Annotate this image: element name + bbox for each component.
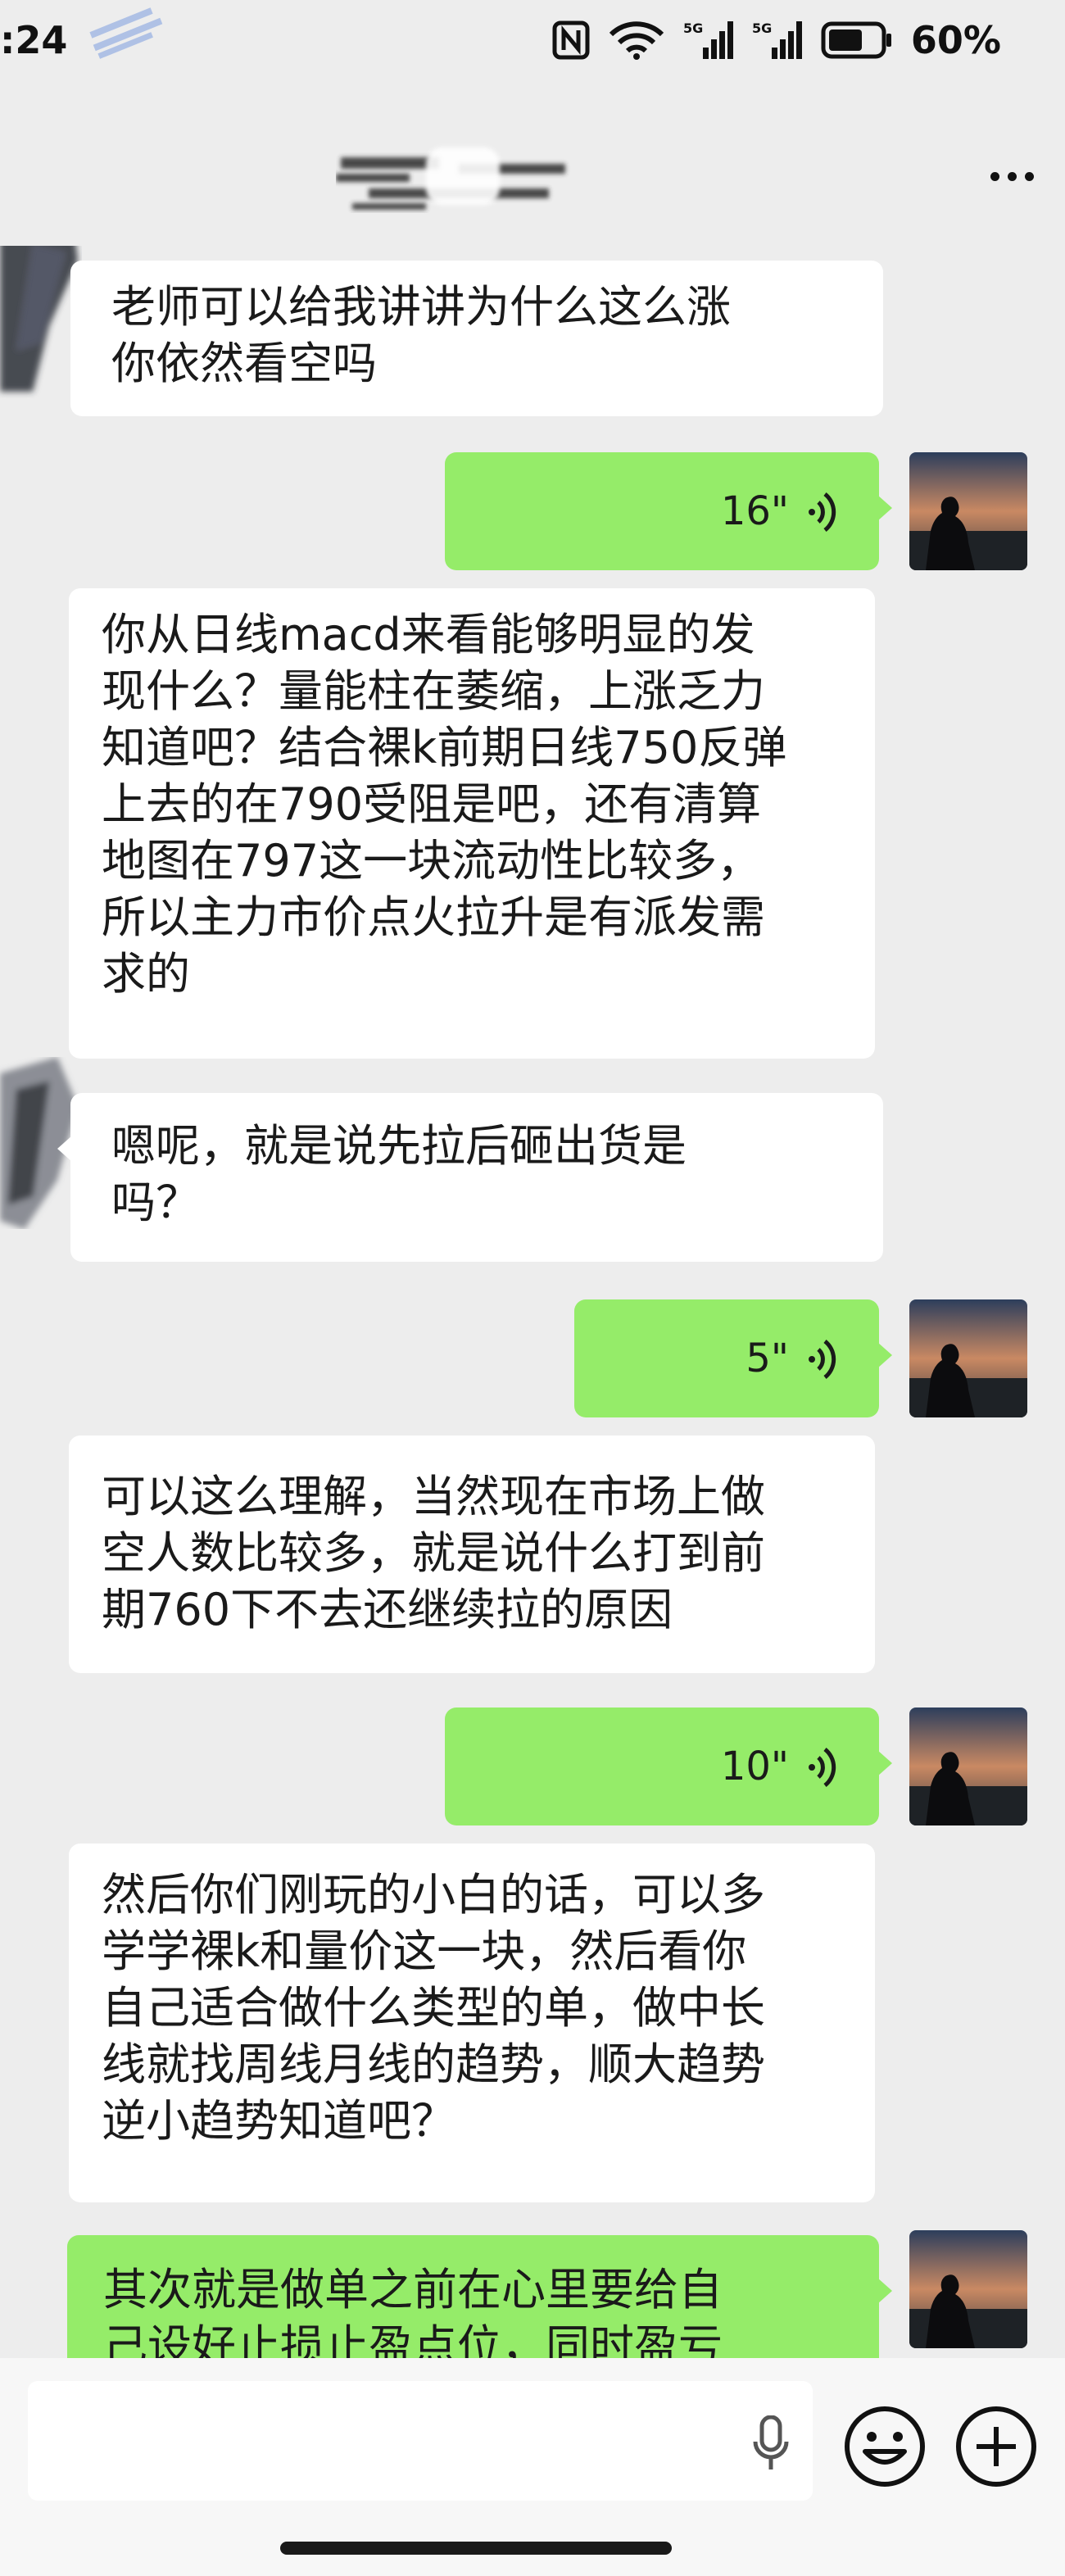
status-bar: :24 5G 5G 60% — [0, 0, 1065, 98]
more-icon[interactable] — [990, 172, 1034, 181]
blurred-notification-icon — [89, 7, 163, 59]
wifi-icon — [609, 21, 664, 60]
home-indicator[interactable] — [280, 2542, 672, 2555]
avatar-self[interactable] — [909, 2230, 1027, 2348]
plus-icon[interactable] — [954, 2404, 1039, 2489]
voice-wave-icon — [809, 1747, 836, 1787]
voice-wave-icon — [809, 1339, 836, 1379]
input-bar — [0, 2358, 1065, 2576]
message-bubble[interactable]: 你从日线macd来看能够明显的发 现什么？量能柱在萎缩，上涨乏力 知道吧？结合裸… — [69, 588, 875, 1059]
voice-message-bubble[interactable]: 10" — [445, 1708, 892, 1825]
avatar-self[interactable] — [909, 452, 1027, 570]
message-bubble[interactable]: 其次就是做单之前在心里要给自 己设好止损止盈点位，同时盈亏 — [67, 2235, 892, 2358]
message-input[interactable] — [28, 2381, 813, 2501]
avatar-self[interactable] — [909, 1299, 1027, 1417]
avatar[interactable] — [0, 246, 82, 400]
battery-icon — [821, 21, 891, 59]
emoji-icon[interactable] — [842, 2404, 927, 2489]
voice-duration: 5" — [746, 1336, 789, 1381]
nfc-icon — [552, 20, 590, 60]
svg-text:5G: 5G — [752, 20, 772, 36]
status-time: :24 — [0, 18, 68, 62]
signal-5g-icon-2: 5G — [752, 20, 802, 59]
voice-message-bubble[interactable]: 16" — [445, 452, 892, 570]
message-bubble[interactable]: 可以这么理解，当然现在市场上做 空人数比较多，就是说什么打到前 期760下不去还… — [69, 1435, 875, 1673]
voice-message-bubble[interactable]: 5" — [574, 1299, 892, 1417]
message-bubble[interactable]: 然后你们刚玩的小白的话，可以多 学学裸k和量价这一块，然后看你 自己适合做什么类… — [69, 1844, 875, 2202]
svg-text:5G: 5G — [683, 20, 703, 36]
message-bubble[interactable]: 老师可以给我讲讲为什么这么涨 你依然看空吗 — [70, 261, 883, 416]
chat-header — [0, 123, 1065, 246]
signal-5g-icon: 5G — [683, 20, 733, 59]
avatar-self[interactable] — [909, 1708, 1027, 1825]
message-bubble[interactable]: 嗯呢，就是说先拉后砸出货是 吗？ — [57, 1093, 883, 1262]
voice-duration: 10" — [720, 1744, 789, 1789]
status-icons: 5G 5G 60% — [552, 18, 1001, 62]
message-list[interactable]: 老师可以给我讲讲为什么这么涨 你依然看空吗 16" 你从日线macd来看能够明显… — [0, 246, 1065, 2358]
microphone-icon[interactable] — [752, 2415, 790, 2473]
contact-name-redacted — [336, 147, 565, 210]
voice-duration: 16" — [720, 488, 789, 534]
battery-percentage: 60% — [910, 18, 1001, 62]
voice-wave-icon — [809, 492, 836, 532]
